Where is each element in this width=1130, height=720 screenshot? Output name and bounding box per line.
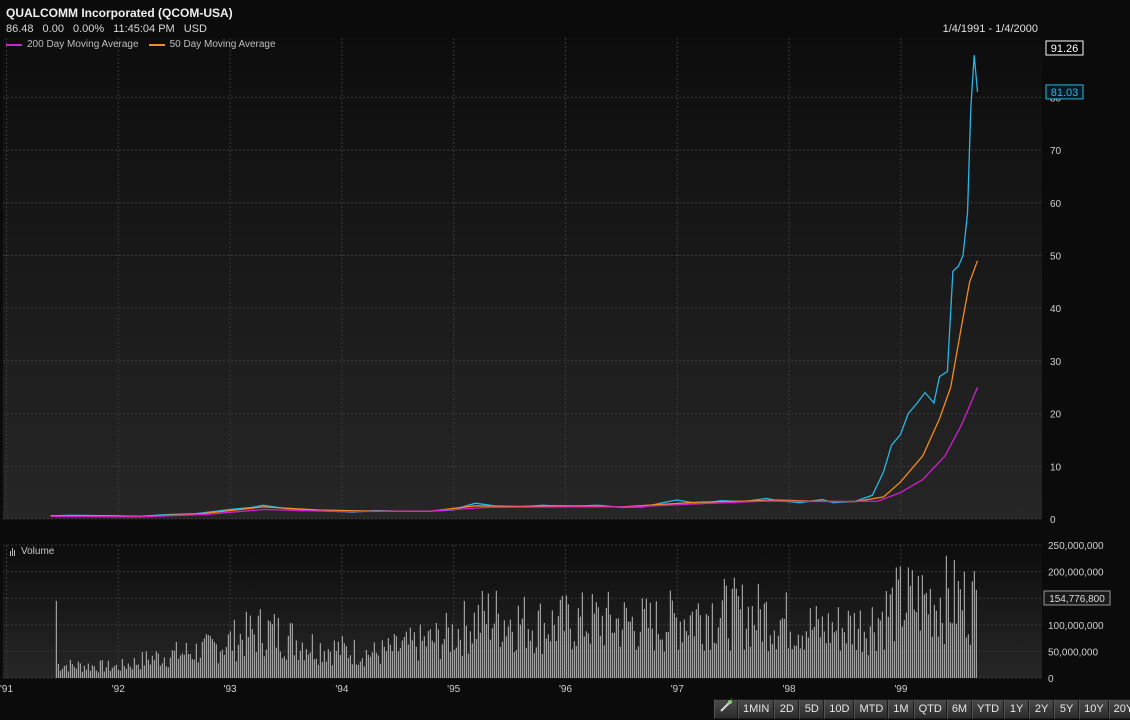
volume-tick-label: 0: [1048, 674, 1054, 685]
volume-label: Volume: [21, 546, 55, 557]
y-tick-label: 30: [1050, 357, 1062, 368]
x-tick-label: '96: [559, 684, 572, 695]
x-tick-label: '94: [335, 684, 348, 695]
range-button-2d[interactable]: 2D: [774, 699, 800, 719]
currency: USD: [183, 23, 207, 35]
legend-item-50-day-ma[interactable]: 50 Day Moving Average: [148, 39, 276, 50]
range-button-5y[interactable]: 5Y: [1054, 699, 1080, 719]
ma50-label: 50 Day Moving Average: [169, 39, 276, 50]
range-button-2y[interactable]: 2Y: [1029, 699, 1055, 719]
range-button-mtd[interactable]: MTD: [854, 699, 889, 719]
range-toolbar: 1MIN 2D 5D 10D MTD 1M QTD 6M YTD 1Y 2Y 5Y 10Y 20Y: [714, 697, 1130, 720]
y-tick-label: 20: [1050, 410, 1062, 421]
magic-wand-icon: [718, 697, 734, 720]
quote-row: 86.48 0.00 0.00% 11:45:04 PM USD: [6, 23, 207, 35]
range-button-6m[interactable]: 6M: [946, 699, 973, 719]
y-tick-label: 60: [1050, 199, 1062, 210]
legend-item-200-day-ma[interactable]: 200 Day Moving Average: [6, 39, 139, 50]
volume-tick-label: 250,000,000: [1048, 541, 1104, 552]
last-price-flag: 81.03: [1051, 87, 1079, 99]
last-price: 86.48: [6, 23, 34, 35]
high-price-flag: 91.26: [1051, 43, 1079, 55]
ma200-swatch: [6, 43, 22, 46]
y-tick-label: 0: [1050, 515, 1056, 526]
security-title: QUALCOMM Incorporated (QCOM-USA): [6, 6, 233, 20]
legend: 200 Day Moving Average 50 Day Moving Ave…: [6, 39, 276, 50]
volume-last-flag: 154,776,800: [1049, 594, 1105, 605]
range-button-ytd[interactable]: YTD: [972, 699, 1005, 719]
x-tick-label: '91: [0, 684, 13, 695]
y-tick-label: 70: [1050, 146, 1062, 157]
volume-bars-icon: [10, 547, 15, 556]
range-button-1m[interactable]: 1M: [888, 699, 914, 719]
y-tick-label: 40: [1050, 304, 1062, 315]
chart-window: '91 '92 '93 '94 '95 '96 '97 '98 '99 0 10 20 30 40 50 60…: [0, 0, 1130, 720]
range-button-1min[interactable]: 1MIN: [738, 699, 775, 719]
magic-wand-button[interactable]: [714, 697, 738, 720]
price-change-percent: 0.00%: [72, 23, 105, 35]
chart-canvas[interactable]: '91 '92 '93 '94 '95 '96 '97 '98 '99 0 10 20 30 40 50 60…: [0, 0, 1130, 720]
range-button-qtd[interactable]: QTD: [913, 699, 947, 719]
x-tick-label: '95: [447, 684, 460, 695]
x-tick-label: '93: [224, 684, 237, 695]
range-button-5d[interactable]: 5D: [799, 699, 825, 719]
volume-tick-label: 200,000,000: [1048, 568, 1104, 579]
ma200-label: 200 Day Moving Average: [27, 39, 139, 50]
range-button-10y[interactable]: 10Y: [1079, 699, 1109, 719]
price-panel: [3, 38, 1042, 519]
x-tick-label: '97: [671, 684, 684, 695]
range-button-10d[interactable]: 10D: [824, 699, 855, 719]
range-button-20y[interactable]: 20Y: [1108, 699, 1130, 719]
volume-pane-label: Volume: [10, 546, 54, 557]
y-tick-label: 50: [1050, 251, 1062, 262]
volume-tick-label: 100,000,000: [1048, 621, 1104, 632]
volume-tick-label: 50,000,000: [1048, 647, 1098, 658]
price-change: 0.00: [42, 23, 64, 35]
date-range: 1/4/1991 - 1/4/2000: [942, 23, 1038, 35]
x-tick-label: '99: [894, 684, 907, 695]
quote-time: 11:45:04 PM: [113, 23, 175, 35]
range-button-1y[interactable]: 1Y: [1004, 699, 1030, 719]
ma50-swatch: [148, 43, 165, 46]
x-tick-label: '98: [783, 684, 796, 695]
y-tick-label: 10: [1050, 462, 1062, 473]
x-tick-label: '92: [112, 684, 125, 695]
